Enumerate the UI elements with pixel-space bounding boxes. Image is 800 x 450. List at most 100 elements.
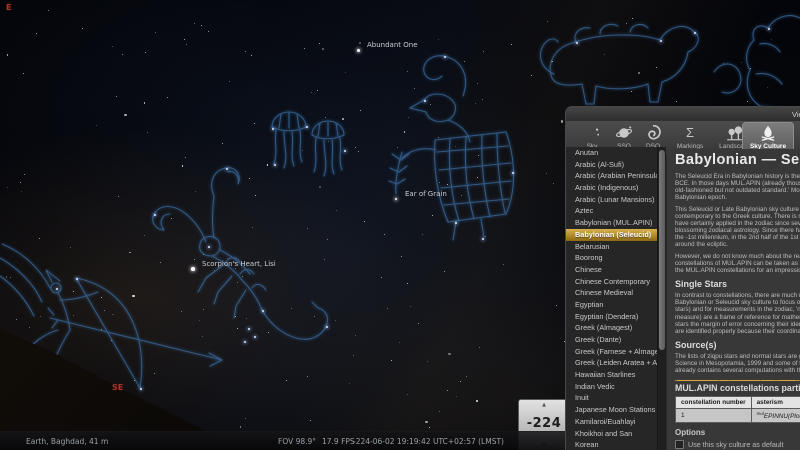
culture-item[interactable]: Egyptian (Dendera) xyxy=(566,311,657,323)
constellation-star[interactable] xyxy=(306,126,308,128)
status-datetime: -224-06-02 19:19:42 UTC+02:57 (LMST) xyxy=(353,437,504,446)
body-text: constellations of MUL.APIN can be taken … xyxy=(675,260,800,267)
constellation-star[interactable] xyxy=(56,288,58,290)
constellation-star[interactable] xyxy=(482,238,484,240)
list-scrollbar-thumb[interactable] xyxy=(659,150,665,350)
culture-text: The Seleucid Era in Babylonian history i… xyxy=(675,173,800,399)
culture-item[interactable]: Babylonian (Seleucid) xyxy=(566,229,657,241)
options-heading: Options xyxy=(675,428,800,437)
status-location: Earth, Baghdad, 41 m xyxy=(26,437,108,446)
constellation-star[interactable] xyxy=(244,341,246,343)
use-default-option[interactable]: Use this sky culture as default xyxy=(675,440,800,449)
sky-culture-list: AnutanArabic (Al-Sufi)Arabic (Arabian Pe… xyxy=(566,147,657,450)
culture-item[interactable]: Greek (Almagest) xyxy=(566,322,657,334)
culture-item[interactable]: Boorong xyxy=(566,252,657,264)
galaxy-icon xyxy=(639,124,667,142)
culture-item[interactable]: Greek (Dante) xyxy=(566,334,657,346)
body-text: around the ecliptic. xyxy=(675,241,800,248)
culture-item[interactable]: Belarusian xyxy=(566,241,657,253)
body-text: old-fashioned but not outdated standard.… xyxy=(675,187,800,194)
constellation-star[interactable] xyxy=(140,388,142,390)
body-text: stars the margin of error concerning the… xyxy=(675,321,800,328)
culture-item[interactable]: Japanese Moon Stations xyxy=(566,404,657,416)
status-fov: FOV 98.9° xyxy=(278,437,316,446)
use-default-checkbox[interactable] xyxy=(675,440,684,449)
campfire-icon xyxy=(743,124,793,142)
constellation-star[interactable] xyxy=(344,150,346,152)
constellation-star[interactable] xyxy=(226,168,228,170)
section-heading: Single Stars xyxy=(675,279,800,289)
constellation-star[interactable] xyxy=(326,326,328,328)
window-titlebar[interactable]: View xyxy=(566,107,800,121)
constellation-star[interactable] xyxy=(660,40,662,42)
culture-item[interactable]: Arabic (Indigenous) xyxy=(566,182,657,194)
star-marker[interactable] xyxy=(191,267,195,271)
constellation-star[interactable] xyxy=(768,28,770,30)
star-label-text: Scorpion's Heart, Lisi xyxy=(202,260,276,268)
star-label-text: Ear of Grain xyxy=(405,190,447,198)
culture-item[interactable]: Khoikhoi and San xyxy=(566,428,657,440)
cardinal-point-se: SE xyxy=(112,383,123,392)
window-title: View xyxy=(792,110,800,119)
constellation-star[interactable] xyxy=(455,222,457,224)
spinner-value[interactable]: -224 xyxy=(519,416,569,431)
culture-item[interactable]: Arabic (Arabian Peninsula) xyxy=(566,170,657,182)
constellation-star[interactable] xyxy=(154,214,156,216)
body-text: are identified properly because their co… xyxy=(675,328,800,335)
culture-item[interactable]: Chinese xyxy=(566,264,657,276)
scorpion-figure xyxy=(153,168,328,340)
body-text: contemporary to the Greek culture. There… xyxy=(675,213,800,220)
horned-demon-figure xyxy=(389,56,514,240)
table-row: 1mulEPINNU(Plough xyxy=(676,409,800,423)
section-heading: Source(s) xyxy=(675,340,800,350)
body-text: measure) are a frame of reference for ma… xyxy=(675,314,800,321)
culture-item[interactable]: Babylonian (MUL.APIN) xyxy=(566,217,657,229)
constellation-star[interactable] xyxy=(694,32,696,34)
culture-item[interactable]: Arabic (Lunar Mansions) xyxy=(566,194,657,206)
constellation-star[interactable] xyxy=(512,172,514,174)
constellation-star[interactable] xyxy=(444,56,446,58)
list-scrollbar[interactable] xyxy=(657,147,666,450)
culture-item[interactable]: Greek (Farnese + Almagest) xyxy=(566,346,657,358)
constellation-star[interactable] xyxy=(208,246,210,248)
culture-item[interactable]: Aztec xyxy=(566,205,657,217)
body-text: The Seleucid Era in Babylonian history i… xyxy=(675,173,800,180)
mulapin-table: constellation number asterism 1mulEPINNU… xyxy=(675,396,800,423)
stellarium-screen: Abundant One Ear of Grain Scorpion's Heart… xyxy=(0,0,800,450)
cardinal-point-e: E xyxy=(6,3,11,12)
culture-item[interactable]: Arabic (Al-Sufi) xyxy=(566,159,657,171)
constellation-star[interactable] xyxy=(76,278,78,280)
body-text: Babylonian or Seleucid sky culture to fo… xyxy=(675,299,800,306)
culture-item[interactable]: Greek (Leiden Aratea + Al... xyxy=(566,357,657,369)
culture-item[interactable]: Egyptian xyxy=(566,299,657,311)
spinner-up-icon[interactable]: ▲ xyxy=(519,402,569,408)
body-text: the -1st millennium, in the 2nd half of … xyxy=(675,234,800,241)
body-text: BCE. In those days MUL.APIN (already tho… xyxy=(675,180,800,187)
col-asterism: asterism xyxy=(751,397,800,409)
star-label-text: Abundant One xyxy=(367,41,418,49)
constellation-star[interactable] xyxy=(254,336,256,338)
body-text: the MUL.APIN constellations for an impre… xyxy=(675,267,800,274)
body-text: blossoming zodiacal astrology. Since the… xyxy=(675,227,800,234)
culture-item[interactable]: Inuit xyxy=(566,392,657,404)
status-fps: 17.9 FPS xyxy=(322,437,355,446)
constellation-star[interactable] xyxy=(272,128,274,130)
constellation-star[interactable] xyxy=(576,42,578,44)
culture-item[interactable]: Indian Vedic xyxy=(566,381,657,393)
constellation-star[interactable] xyxy=(262,310,264,312)
culture-item[interactable]: Kamilaroi/Euahlayi xyxy=(566,416,657,428)
star-marker[interactable] xyxy=(357,49,360,52)
lion-figure xyxy=(540,24,698,104)
constellation-star[interactable] xyxy=(248,328,250,330)
culture-item[interactable]: Korean xyxy=(566,439,657,450)
culture-item[interactable]: Chinese Medieval xyxy=(566,287,657,299)
body-text: In contrast to constellations, there are… xyxy=(675,292,800,299)
culture-item[interactable]: Hawaiian Starlines xyxy=(566,369,657,381)
culture-item[interactable]: Anutan xyxy=(566,147,657,159)
body-text: already contains several computations wi… xyxy=(675,367,800,374)
constellation-star[interactable] xyxy=(424,100,426,102)
body-text: However, we do not know much about the r… xyxy=(675,253,800,260)
constellation-star[interactable] xyxy=(274,164,276,166)
culture-description: Babylonian — Seleucid The Seleucid Era i… xyxy=(667,149,800,450)
culture-item[interactable]: Chinese Contemporary xyxy=(566,276,657,288)
